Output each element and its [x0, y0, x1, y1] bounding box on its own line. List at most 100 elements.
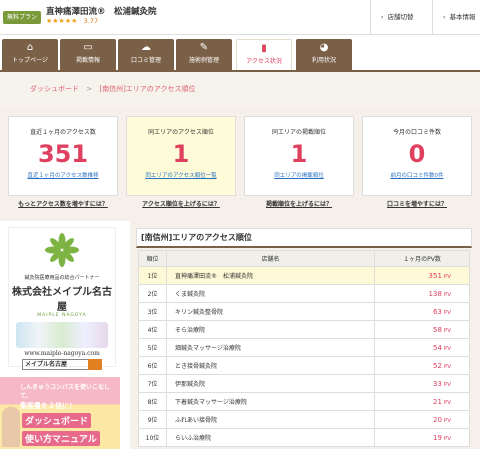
- maiple-ad-banner[interactable]: 鍼灸院医療用品の総合パートナー 株式会社メイプル名古屋 MAIPLE NAGOY…: [8, 227, 116, 370]
- shop-name-cell: そら治療院: [166, 320, 375, 339]
- stat-title: 今月の口コミ件数: [392, 129, 441, 136]
- basic-info-link[interactable]: › 基本情報: [432, 0, 480, 35]
- breadcrumb-dashboard-link[interactable]: ダッシュボード: [30, 85, 79, 93]
- switch-shop-label: 店舗切替: [387, 13, 414, 21]
- ad2-line2: 集客量を３倍に！: [20, 402, 76, 410]
- rank-cell: 7位: [138, 374, 167, 393]
- stat-card-review-count: 今月の口コミ件数 0 前月の口コミ件数0件: [362, 116, 472, 196]
- stat-more-link[interactable]: もっとアクセス数を増やすには？: [8, 199, 118, 208]
- rank-cell: 4位: [138, 320, 167, 339]
- stat-link[interactable]: 同エリアの掲載順位: [245, 171, 353, 179]
- tab-top-page[interactable]: ⌂ トップページ: [2, 39, 58, 70]
- manual-ad-banner[interactable]: しんきゅうコンパスを使いこなして、 集客量を３倍に！ ダッシュボード 使い方マニ…: [0, 377, 120, 449]
- pv-cell: 52 PV: [374, 356, 470, 375]
- table-row: 6位 とき接骨鍼灸院 52 PV: [138, 356, 470, 375]
- pv-cell: 351 PV: [374, 266, 470, 285]
- ad-company: 株式会社メイプル名古屋: [12, 287, 112, 313]
- rank-cell: 1位: [138, 266, 167, 285]
- rating-score: 3.77: [83, 17, 99, 25]
- pv-cell: 58 PV: [374, 320, 470, 339]
- ad2-line4: 使い方マニュアル: [22, 431, 100, 446]
- rank-cell: 3位: [138, 302, 167, 321]
- shop-name-cell: 直神痛澤田流® 松浦鍼灸院: [166, 266, 375, 285]
- stat-more-link[interactable]: 掲載順位を上げるには？: [244, 199, 354, 208]
- pv-value: 63: [432, 307, 442, 316]
- ad-tagline: 鍼灸院医療用品の総合パートナー: [24, 275, 100, 281]
- tab-label: 掲載情報: [75, 57, 100, 64]
- pv-cell: 54 PV: [374, 338, 470, 357]
- table-row: 10位 らいふ治療院 19 PV: [138, 428, 470, 447]
- stat-value: 1: [172, 140, 190, 168]
- pv-cell: 63 PV: [374, 302, 470, 321]
- pv-unit: PV: [443, 363, 451, 370]
- pv-unit: PV: [443, 345, 451, 352]
- stat-more-link[interactable]: 口コミを増やすには？: [362, 199, 472, 208]
- rank-cell: 6位: [138, 356, 167, 375]
- ranking-title: [南信州]エリアのアクセス順位: [136, 228, 472, 248]
- leaf-logo-icon: [45, 233, 79, 267]
- column-header-pv: １ヶ月のPV数: [374, 250, 470, 267]
- arrow-icon: ›: [381, 14, 384, 21]
- stat-more-label: 口コミを増やすには？: [386, 201, 447, 208]
- shop-name-cell: 畑鍼灸マッサージ治療院: [166, 338, 375, 357]
- pv-unit: PV: [443, 327, 451, 334]
- ranking-table: 順位 店舗名 １ヶ月のPV数 1位 直神痛澤田流® 松浦鍼灸院 351 PV 2位 くま鍼…: [138, 250, 470, 447]
- tab-listing-info[interactable]: ▭ 掲載情報: [60, 39, 116, 70]
- stat-card-access-rank: 同エリアのアクセス順位 1 同エリアのアクセス順位一覧: [126, 116, 236, 196]
- tab-access-status[interactable]: ▮ アクセス状況: [236, 39, 292, 70]
- tab-label: 利用状況: [311, 57, 336, 64]
- plan-badge: 無料プラン: [3, 11, 42, 24]
- pv-cell: 20 PV: [374, 410, 470, 429]
- edit-icon: ✎: [199, 42, 209, 53]
- ad-company-en: MAIPLE NAGOYA: [37, 313, 87, 318]
- top-header: 無料プラン 直神痛澤田流® 松浦鍼灸院 ★★★★★ 3.77 › 店舗切替 › …: [0, 0, 480, 35]
- rank-cell: 8位: [138, 392, 167, 411]
- tab-label: アクセス状況: [246, 58, 282, 65]
- table-row: 3位 キリン鍼灸整骨院 63 PV: [138, 302, 470, 321]
- switch-shop-link[interactable]: › 店舗切替: [370, 0, 432, 35]
- pv-unit: PV: [443, 381, 451, 388]
- tab-label: 口コミ管理: [130, 57, 161, 64]
- stat-title: 直近１ヶ月のアクセス数: [30, 129, 96, 136]
- tab-label: トップページ: [12, 57, 48, 64]
- stat-value: 0: [408, 140, 426, 168]
- tab-usage-status[interactable]: ◕ 利用状況: [296, 39, 352, 70]
- pv-value: 20: [432, 415, 442, 424]
- ranking-panel: [南信州]エリアのアクセス順位 順位 店舗名 １ヶ月のPV数 1位 直神痛澤田流®…: [130, 221, 480, 449]
- stat-card-listing-rank: 同エリアの掲載順位 1 同エリアの掲載順位: [244, 116, 354, 196]
- pie-chart-icon: ◕: [319, 42, 329, 53]
- table-row: 8位 下着鍼灸マッサージ治療院 21 PV: [138, 392, 470, 411]
- stat-value: 1: [290, 140, 308, 168]
- column-header-shop: 店舗名: [166, 250, 375, 267]
- search-button-icon: [88, 359, 102, 370]
- rating-stars-icon: ★★★★★: [46, 17, 78, 25]
- tab-review-management[interactable]: ☁ 口コミ管理: [118, 39, 174, 70]
- pv-value: 54: [432, 343, 442, 352]
- stat-link[interactable]: 前月の口コミ件数0件: [363, 171, 471, 179]
- column-header-rank: 順位: [138, 250, 167, 267]
- ad2-line1: しんきゅうコンパスを使いこなして、: [20, 384, 111, 400]
- tab-label: 施術例管理: [188, 57, 219, 64]
- stat-link[interactable]: 直近１ヶ月のアクセス数推移: [9, 171, 117, 179]
- rank-cell: 9位: [138, 410, 167, 429]
- table-row: 1位 直神痛澤田流® 松浦鍼灸院 351 PV: [138, 266, 470, 285]
- rank-cell: 5位: [138, 338, 167, 357]
- shop-name: 直神痛澤田流® 松浦鍼灸院: [46, 7, 157, 17]
- chat-icon: ☁: [141, 42, 151, 53]
- pv-unit: PV: [443, 291, 451, 298]
- tab-case-management[interactable]: ✎ 施術例管理: [176, 39, 232, 70]
- rank-cell: 10位: [138, 428, 167, 447]
- pv-unit: PV: [443, 399, 451, 406]
- pv-value: 33: [432, 379, 442, 388]
- stat-link[interactable]: 同エリアのアクセス順位一覧: [127, 171, 235, 179]
- breadcrumb-current[interactable]: [南信州]エリアのアクセス順位: [99, 85, 195, 93]
- shop-name-cell: くま鍼灸院: [166, 284, 375, 303]
- stat-more-link[interactable]: アクセス順位を上げるには？: [126, 199, 236, 208]
- pv-value: 21: [432, 397, 442, 406]
- shop-name-cell: ふれあい接骨院: [166, 410, 375, 429]
- main-nav: ⌂ トップページ ▭ 掲載情報 ☁ 口コミ管理 ✎ 施術例管理 ▮ アクセス状況…: [0, 35, 480, 70]
- pv-value: 351: [428, 271, 442, 280]
- pv-value: 19: [432, 433, 442, 442]
- stat-value: 351: [37, 140, 89, 168]
- pv-value: 58: [432, 325, 442, 334]
